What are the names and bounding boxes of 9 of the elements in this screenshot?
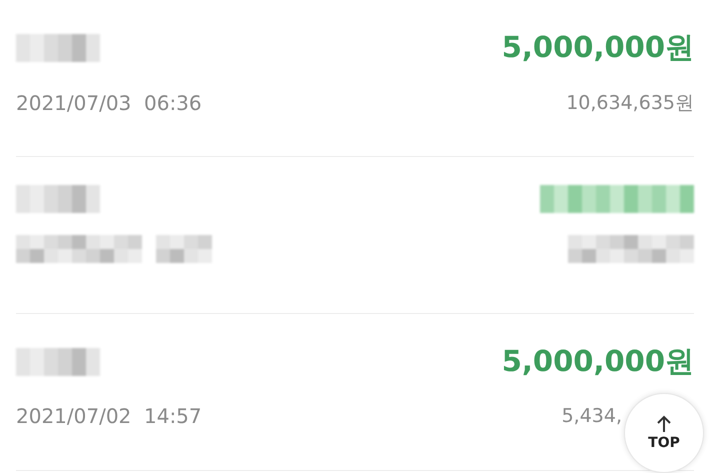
amount-text: 5,000,000원 <box>502 343 694 380</box>
date-text: 2021/07/03 06:36 <box>16 91 202 115</box>
balance-text: 5,434, <box>562 405 622 427</box>
balance-text: 10,634,635원 <box>566 91 694 116</box>
pixelated-mark <box>156 235 212 263</box>
up-arrow-icon <box>656 415 672 433</box>
scroll-top-button[interactable]: TOP <box>624 393 704 473</box>
date-text: 2021/07/02 14:57 <box>16 404 202 428</box>
amount-text: 5,000,000원 <box>502 29 694 66</box>
